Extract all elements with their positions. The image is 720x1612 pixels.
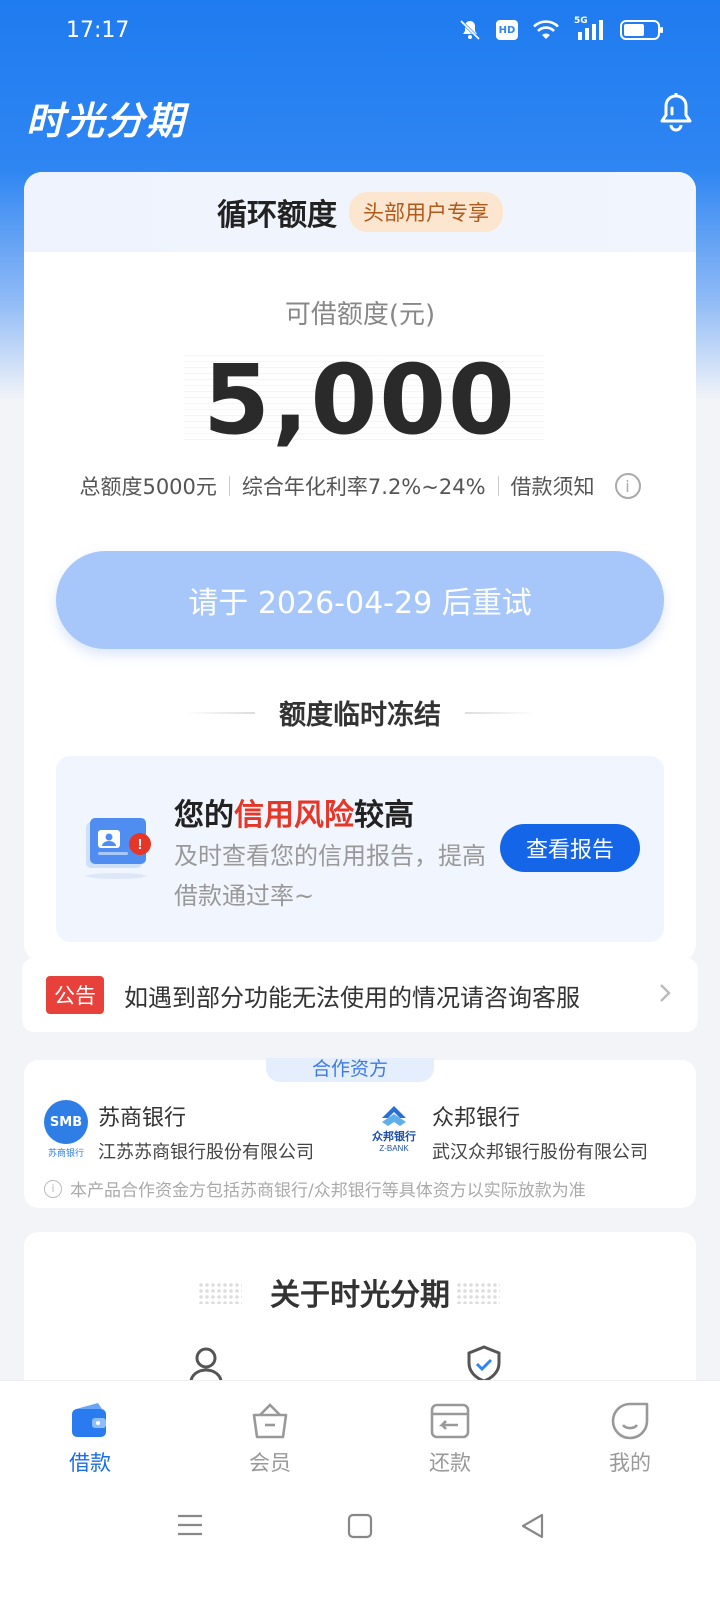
about-title: 关于时光分期 — [270, 1278, 450, 1313]
partner-company: 武汉众邦银行股份有限公司 — [432, 1142, 648, 1163]
card-title: 循环额度 — [217, 198, 337, 233]
credit-risk-box: ! 您的信用风险较高 及时查看您的信用报告，提高借款通过率~ 查看报告 — [56, 756, 664, 942]
zbank-logo-sub: Z-BANK — [379, 1144, 409, 1153]
app-header: 时光分期 — [0, 80, 720, 150]
freeze-title-text: 额度临时冻结 — [279, 700, 441, 731]
bottom-tab-bar: 借款 会员 还款 我的 — [0, 1380, 720, 1492]
decorative-dots — [456, 1282, 500, 1304]
hd-text: HD — [498, 24, 516, 36]
view-report-button[interactable]: 查看报告 — [500, 824, 640, 872]
amount-label: 可借额度(元) — [284, 300, 436, 330]
svg-text:!: ! — [138, 836, 143, 853]
retry-button[interactable]: 请于 2026-04-29 后重试 — [56, 551, 664, 649]
menu-icon[interactable] — [176, 1512, 204, 1542]
risk-title: 您的信用风险较高 — [174, 790, 414, 834]
card-header: 循环额度 头部用户专享 — [24, 172, 696, 252]
crown-basket-icon — [252, 1403, 288, 1439]
announcement-text: 如遇到部分功能无法使用的情况请咨询客服 — [124, 983, 580, 1012]
wallet-icon — [72, 1403, 106, 1437]
partner-company: 江苏苏商银行股份有限公司 — [98, 1142, 314, 1163]
tab-repay[interactable]: 还款 — [360, 1381, 540, 1492]
freeze-section-title: 额度临时冻结 — [24, 693, 696, 732]
status-time: 17:17 — [66, 18, 130, 43]
tab-label: 我的 — [609, 1451, 651, 1475]
zbank-logo-icon: 众邦银行 Z-BANK — [366, 1100, 422, 1156]
risk-description: 及时查看您的信用报告，提高借款通过率~ — [174, 842, 486, 910]
partner-zhongbang-bank: 众邦银行 Z-BANK 众邦银行 武汉众邦银行股份有限公司 — [366, 1100, 648, 1164]
partner-suning-bank: SMB 苏商银行 苏商银行 江苏苏商银行股份有限公司 — [44, 1100, 314, 1164]
partner-name: 苏商银行 — [98, 1106, 187, 1131]
smb-logo-text: SMB — [44, 1100, 88, 1144]
5g-signal-icon: 5G — [574, 16, 606, 42]
back-icon[interactable] — [518, 1512, 546, 1544]
smb-bank-logo-icon: SMB 苏商银行 — [44, 1100, 88, 1159]
partners-tag: 合作资方 — [266, 1058, 434, 1082]
tab-loan[interactable]: 借款 — [0, 1381, 180, 1492]
tab-label: 还款 — [429, 1451, 471, 1475]
total-quota: 总额度5000元 — [79, 475, 217, 499]
divider — [497, 476, 499, 496]
wifi-icon — [533, 20, 559, 39]
risk-title-highlight: 信用风险 — [234, 798, 354, 833]
card-return-icon — [430, 1403, 470, 1439]
info-icon: i — [44, 1179, 62, 1198]
app-title: 时光分期 — [26, 99, 187, 143]
bell-icon[interactable] — [658, 92, 694, 136]
smb-logo-sub: 苏商银行 — [47, 1149, 84, 1159]
tab-label: 会员 — [249, 1451, 291, 1475]
system-nav-bar — [0, 1492, 720, 1612]
status-bar: 17:17 HD 5G — [0, 0, 720, 66]
interest-rate: 综合年化利率7.2%~24% — [241, 475, 486, 499]
partners-note: i 本产品合作资金方包括苏商银行/众邦银行等具体资方以实际放款为准 — [44, 1176, 586, 1201]
amount-value: 5,000 — [203, 344, 517, 456]
risk-title-prefix: 您的 — [174, 798, 234, 833]
partners-note-text: 本产品合作资金方包括苏商银行/众邦银行等具体资方以实际放款为准 — [70, 1181, 586, 1201]
vip-badge: 头部用户专享 — [349, 192, 503, 232]
divider — [465, 711, 535, 714]
partner-name: 众邦银行 — [432, 1106, 521, 1131]
smile-face-icon — [611, 1402, 649, 1440]
announcement-badge: 公告 — [46, 976, 104, 1014]
risk-title-suffix: 较高 — [354, 798, 414, 833]
zbank-logo-text: 众邦银行 — [372, 1129, 416, 1143]
divider — [185, 711, 255, 714]
announcement-bar[interactable]: 公告 如遇到部分功能无法使用的情况请咨询客服 — [22, 958, 698, 1032]
amount-display: 5,000 — [24, 345, 696, 455]
quota-info-row: 总额度5000元 综合年化利率7.2%~24% 借款须知 i — [24, 471, 696, 501]
credit-report-illustration-icon: ! — [82, 816, 154, 884]
divider — [228, 476, 230, 496]
chevron-right-icon — [658, 982, 672, 1010]
loan-notice-link[interactable]: 借款须知 — [511, 471, 595, 501]
mute-icon — [459, 19, 481, 41]
info-icon[interactable]: i — [614, 473, 641, 499]
home-icon[interactable] — [346, 1512, 374, 1544]
tab-label: 借款 — [69, 1451, 111, 1475]
tab-member[interactable]: 会员 — [180, 1381, 360, 1492]
tab-mine[interactable]: 我的 — [540, 1381, 720, 1492]
status-icons: HD 5G — [458, 16, 664, 42]
battery-icon — [620, 20, 663, 40]
partners-card: 合作资方 SMB 苏商银行 苏商银行 江苏苏商银行股份有限公司 众邦银行 Z-B… — [24, 1058, 696, 1208]
hd-icon: HD — [496, 20, 518, 40]
credit-card: 循环额度 头部用户专享 可借额度(元) 5,000 总额度5000元 综合年化利… — [24, 172, 696, 962]
